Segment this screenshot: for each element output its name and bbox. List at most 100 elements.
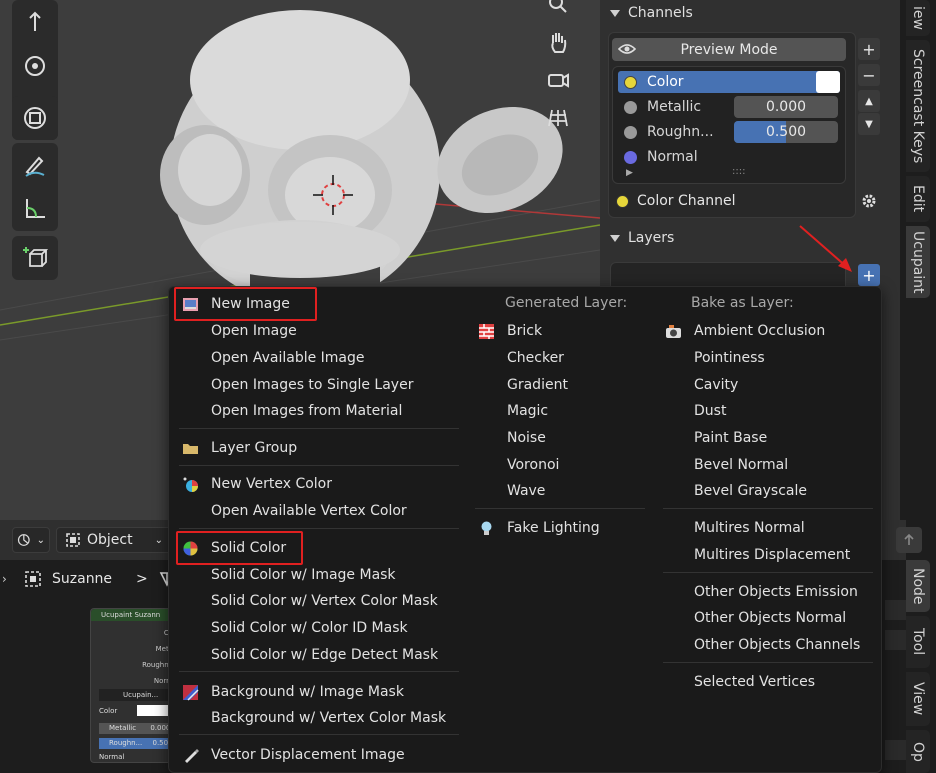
menu-item-multires-normal[interactable]: Multires Normal — [694, 516, 805, 540]
menu-item-open-available-image[interactable]: Open Available Image — [211, 346, 365, 370]
menu-item-open-image[interactable]: Open Image — [211, 319, 297, 343]
tab-op[interactable]: Op — [906, 730, 930, 773]
channel-row-normal[interactable]: Normal — [624, 146, 698, 168]
tab-edit[interactable]: Edit — [906, 176, 930, 222]
channel-row-roughness[interactable]: Roughn... — [624, 121, 714, 143]
select-tool-icon[interactable] — [12, 0, 58, 44]
menu-item-checker[interactable]: Checker — [507, 346, 564, 370]
menu-item-wave[interactable]: Wave — [507, 479, 545, 503]
menu-item-bevel-normal[interactable]: Bevel Normal — [694, 453, 788, 477]
brick-icon — [479, 324, 494, 339]
menu-item-vector-displacement[interactable]: Vector Displacement Image — [185, 743, 405, 767]
channel-dot-icon — [624, 100, 637, 114]
menu-item-new-vertex-color[interactable]: New Vertex Color — [183, 472, 332, 496]
suzanne-mesh — [160, 10, 563, 320]
eye-icon — [618, 44, 636, 54]
menu-item-other-objects-emission[interactable]: Other Objects Emission — [694, 580, 858, 604]
menu-item-solid-color-id-mask[interactable]: Solid Color w/ Color ID Mask — [211, 616, 408, 640]
channel-row-metallic[interactable]: Metallic — [624, 96, 701, 118]
menu-item-other-objects-normal[interactable]: Other Objects Normal — [694, 606, 846, 630]
tab-view[interactable]: View — [906, 672, 930, 726]
menu-separator — [179, 734, 459, 735]
menu-item-solid-color-edge-mask[interactable]: Solid Color w/ Edge Detect Mask — [211, 643, 438, 667]
hand-icon[interactable] — [540, 24, 576, 60]
channel-row-color[interactable]: Color — [624, 71, 684, 93]
breadcrumb-separator: > — [136, 571, 148, 587]
camera-icon[interactable] — [540, 62, 576, 98]
menu-item-open-available-vertex-color[interactable]: Open Available Vertex Color — [211, 499, 407, 523]
menu-separator — [179, 671, 459, 672]
menu-item-multires-displacement[interactable]: Multires Displacement — [694, 543, 850, 567]
menu-item-brick[interactable]: Brick — [479, 319, 542, 343]
bake-as-layer-header: Bake as Layer: — [691, 295, 794, 311]
channel-dot-icon — [616, 194, 629, 208]
menu-item-other-objects-channels[interactable]: Other Objects Channels — [694, 633, 860, 657]
arrow-up-icon — [904, 533, 914, 545]
channels-header[interactable]: Channels — [610, 1, 693, 25]
breadcrumb-arrow: › — [2, 572, 7, 586]
color-channel-row: Color Channel — [616, 193, 735, 209]
tab-node[interactable]: Node — [906, 560, 930, 612]
menu-item-open-images-from-material[interactable]: Open Images from Material — [211, 399, 402, 423]
sidebar-field — [885, 600, 906, 620]
object-mode-dropdown[interactable]: Object ⌄ — [56, 527, 172, 553]
menu-item-ambient-occlusion[interactable]: Ambient Occlusion — [666, 319, 825, 343]
menu-item-dust[interactable]: Dust — [694, 399, 726, 423]
menu-item-gradient[interactable]: Gradient — [507, 373, 568, 397]
menu-item-solid-color-vertex-mask[interactable]: Solid Color w/ Vertex Color Mask — [211, 589, 438, 613]
menu-item-background-image-mask[interactable]: Background w/ Image Mask — [183, 680, 404, 704]
expand-triangle-icon[interactable]: ▶ — [626, 168, 633, 178]
background-icon — [183, 685, 199, 701]
transform-all-tool-icon[interactable] — [12, 96, 58, 140]
tab-ucupaint[interactable]: Ucupaint — [906, 226, 930, 298]
menu-item-pointiness[interactable]: Pointiness — [694, 346, 765, 370]
color-swatch[interactable] — [816, 71, 840, 93]
add-cube-tool-icon[interactable] — [12, 236, 58, 280]
menu-separator — [179, 465, 459, 466]
editor-type-dropdown[interactable]: ⌄ — [12, 527, 50, 553]
node-group-selector[interactable]: Ucupain... — [99, 689, 169, 701]
move-up-button[interactable]: ▲ — [858, 90, 880, 112]
measure-tool-icon[interactable] — [12, 187, 58, 231]
list-resize-handle[interactable]: :::: — [732, 166, 745, 177]
ucupaint-node[interactable]: Ucupaint Suzann Co Meta Roughne Norm Ucu… — [90, 608, 178, 763]
menu-item-solid-color-image-mask[interactable]: Solid Color w/ Image Mask — [211, 563, 396, 587]
viewport-nav-gizmos — [540, 0, 576, 138]
breadcrumb-object[interactable]: Suzanne — [52, 571, 112, 587]
grid-icon[interactable] — [540, 100, 576, 136]
remove-channel-button[interactable]: − — [858, 64, 880, 86]
preview-mode-button[interactable]: Preview Mode — [612, 38, 846, 61]
menu-item-paint-base[interactable]: Paint Base — [694, 426, 767, 450]
node-input-color: Color — [99, 707, 118, 715]
layers-header[interactable]: Layers — [610, 226, 674, 250]
tab-view-top[interactable]: iew — [906, 0, 930, 36]
menu-item-background-vertex-mask[interactable]: Background w/ Vertex Color Mask — [211, 706, 446, 730]
tab-screencast-keys[interactable]: Screencast Keys — [906, 40, 930, 172]
zoom-icon[interactable] — [540, 0, 576, 22]
light-bulb-icon — [481, 521, 492, 535]
add-channel-button[interactable]: + — [858, 38, 880, 60]
add-layer-menu: New Image Open Image Open Available Imag… — [168, 286, 882, 773]
move-down-button[interactable]: ▼ — [858, 113, 880, 135]
menu-item-voronoi[interactable]: Voronoi — [507, 453, 559, 477]
transform-tool-icon[interactable] — [12, 44, 58, 88]
annotate-tool-icon[interactable] — [12, 143, 58, 187]
metallic-value-field[interactable]: 0.000 — [734, 96, 838, 118]
node-roughness-field[interactable]: Roughn... 0.500 — [99, 738, 175, 749]
add-layer-button[interactable]: + — [858, 264, 880, 286]
menu-item-layer-group[interactable]: Layer Group — [183, 436, 297, 460]
menu-item-selected-vertices[interactable]: Selected Vertices — [694, 670, 815, 694]
object-icon — [25, 571, 41, 587]
node-metallic-field[interactable]: Metallic 0.000 — [99, 723, 175, 734]
menu-item-fake-lighting[interactable]: Fake Lighting — [481, 516, 600, 540]
menu-item-cavity[interactable]: Cavity — [694, 373, 738, 397]
channel-dot-icon — [624, 150, 637, 164]
roughness-value-field[interactable]: 0.500 — [734, 121, 838, 143]
menu-item-open-images-single-layer[interactable]: Open Images to Single Layer — [211, 373, 413, 397]
menu-item-bevel-grayscale[interactable]: Bevel Grayscale — [694, 479, 807, 503]
tab-tool[interactable]: Tool — [906, 616, 930, 668]
parent-node-button[interactable] — [896, 527, 922, 553]
gear-icon[interactable] — [858, 190, 880, 212]
menu-item-noise[interactable]: Noise — [507, 426, 546, 450]
menu-item-magic[interactable]: Magic — [507, 399, 548, 423]
